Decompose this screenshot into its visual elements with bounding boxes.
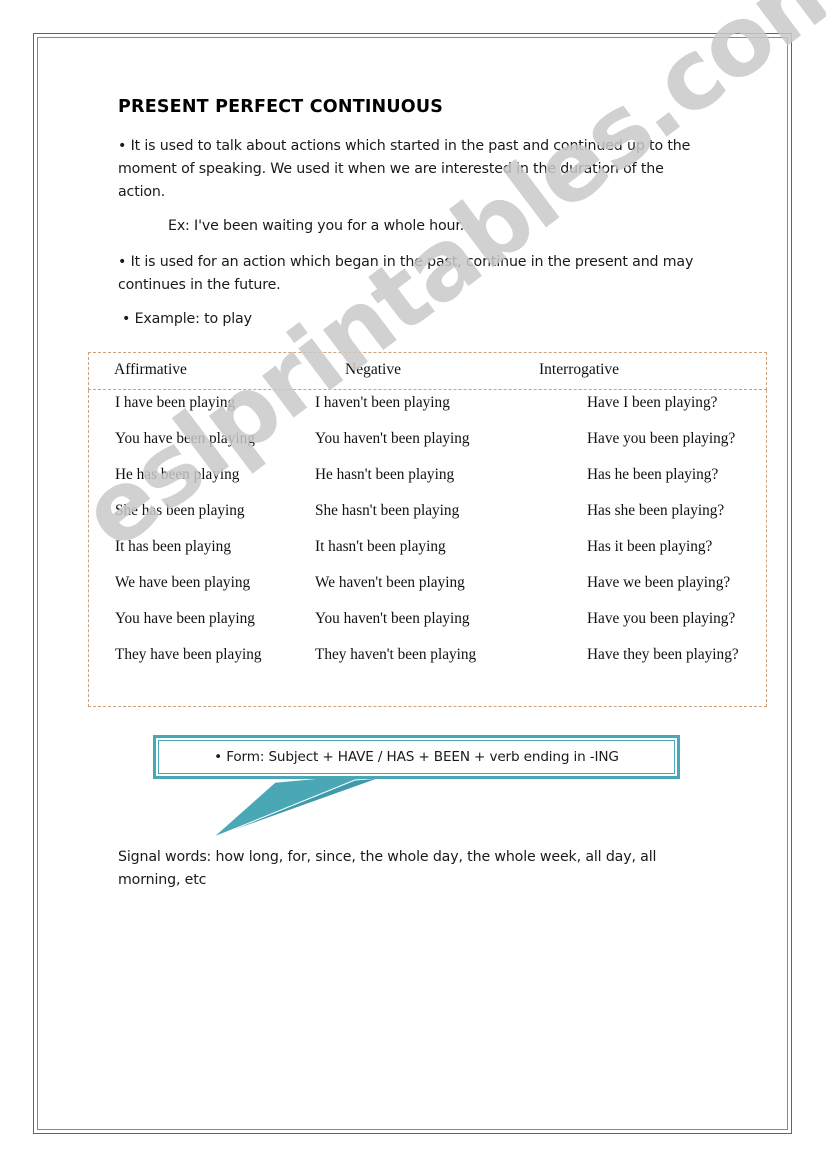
cell-interrogative: Have you been playing? <box>587 430 736 447</box>
cell-negative: He hasn't been playing <box>315 466 455 483</box>
cell-negative: You haven't been playing <box>315 610 470 627</box>
cell-interrogative: Have they been playing? <box>587 646 739 663</box>
example-sentence: Ex: I've been waiting you for a whole ho… <box>168 218 465 234</box>
cell-affirmative: You have been playing <box>115 610 255 627</box>
cell-interrogative: Has he been playing? <box>587 466 719 483</box>
cell-affirmative: He has been playing <box>115 466 240 483</box>
worksheet-content: PRESENT PERFECT CONTINUOUS • It is used … <box>0 0 826 1169</box>
conjugation-table: Affirmative Negative Interrogative I hav… <box>88 352 767 707</box>
cell-negative: She hasn't been playing <box>315 502 460 519</box>
table-row: It has been playing It hasn't been playi… <box>89 534 766 570</box>
cell-interrogative: Has it been playing? <box>587 538 713 555</box>
table-row: You have been playing You haven't been p… <box>89 426 766 462</box>
column-header-interrogative: Interrogative <box>539 361 620 378</box>
cell-negative: They haven't been playing <box>315 646 477 663</box>
cell-interrogative: Have we been playing? <box>587 574 731 591</box>
table-row: He has been playing He hasn't been playi… <box>89 462 766 498</box>
usage-paragraph-2: • It is used for an action which began i… <box>118 254 694 293</box>
table-header-row: Affirmative Negative Interrogative <box>88 352 767 390</box>
column-header-negative: Negative <box>345 361 401 378</box>
column-header-affirmative: Affirmative <box>114 361 187 378</box>
table-row: I have been playing I haven't been playi… <box>89 390 766 426</box>
cell-interrogative: Have I been playing? <box>587 394 718 411</box>
page-title: PRESENT PERFECT CONTINUOUS <box>118 97 444 117</box>
cell-affirmative: She has been playing <box>115 502 245 519</box>
table-row: You have been playing You haven't been p… <box>89 606 766 642</box>
cell-affirmative: They have been playing <box>115 646 262 663</box>
cell-affirmative: It has been playing <box>115 538 231 555</box>
table-row: She has been playing She hasn't been pla… <box>89 498 766 534</box>
table-row: We have been playing We haven't been pla… <box>89 570 766 606</box>
cell-negative: I haven't been playing <box>315 394 450 411</box>
cell-affirmative: We have been playing <box>115 574 251 591</box>
example-verb-line: • Example: to play <box>122 311 252 327</box>
form-rule-text: • Form: Subject + HAVE / HAS + BEEN + ve… <box>214 749 619 765</box>
cell-negative: It hasn't been playing <box>315 538 446 555</box>
cell-interrogative: Has she been playing? <box>587 502 725 519</box>
cell-affirmative: I have been playing <box>115 394 236 411</box>
form-rule-callout: • Form: Subject + HAVE / HAS + BEEN + ve… <box>153 735 680 779</box>
table-row: They have been playing They haven't been… <box>89 642 766 678</box>
cell-negative: You haven't been playing <box>315 430 470 447</box>
table-body: I have been playing I haven't been playi… <box>88 390 767 707</box>
usage-paragraph-1: • It is used to talk about actions which… <box>118 138 691 200</box>
cell-interrogative: Have you been playing? <box>587 610 736 627</box>
cell-affirmative: You have been playing <box>115 430 255 447</box>
cell-negative: We haven't been playing <box>315 574 465 591</box>
